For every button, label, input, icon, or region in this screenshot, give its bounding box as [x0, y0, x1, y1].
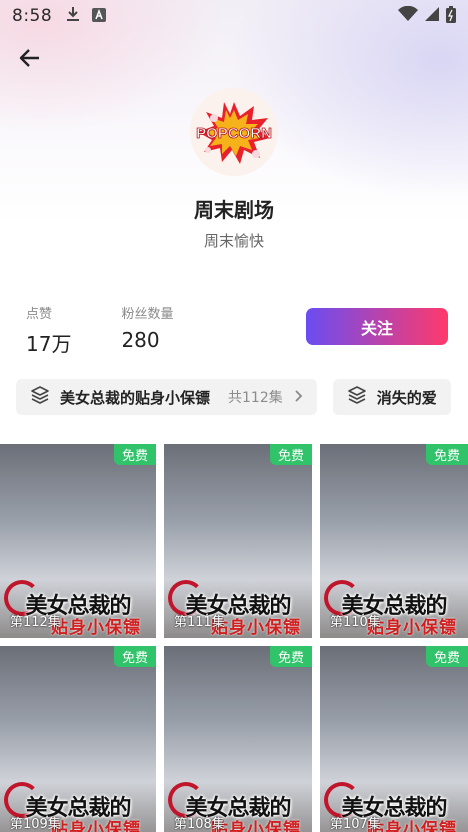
- collection-chip[interactable]: 美女总裁的贴身小保镖 共112集: [16, 379, 317, 415]
- collection-title: 美女总裁的贴身小保镖: [60, 388, 211, 407]
- stat-likes: 点赞 17万: [26, 303, 71, 357]
- avatar-logo-text: POPCORN: [196, 125, 272, 142]
- episode-label: 第112集: [10, 615, 61, 630]
- collection-chip[interactable]: 消失的爱: [332, 379, 451, 415]
- follow-button[interactable]: 关注: [306, 308, 448, 345]
- popcorn-logo: POPCORN: [190, 88, 278, 176]
- status-bar: 8:58: [0, 0, 468, 32]
- episode-card[interactable]: 免费 美女总裁的 贴身小保镖 第108集: [164, 646, 312, 832]
- stat-label: 粉丝数量: [121, 307, 174, 322]
- episode-card[interactable]: 免费 美女总裁的 贴身小保镖 第112集: [0, 444, 156, 638]
- signal-icon: [424, 6, 440, 26]
- channel-name: 周末剧场: [194, 198, 274, 222]
- download-icon: [66, 6, 80, 26]
- episode-label: 第109集: [10, 817, 61, 832]
- status-time: 8:58: [12, 6, 53, 26]
- free-badge: 免费: [113, 646, 156, 667]
- layers-icon: [30, 385, 50, 409]
- episode-card[interactable]: 免费 美女总裁的 贴身小保镖 第111集: [164, 444, 312, 638]
- episode-card[interactable]: 免费 美女总裁的 贴身小保镖 第110集: [320, 444, 468, 638]
- wifi-icon: [398, 5, 418, 26]
- stat-followers: 粉丝数量 280: [121, 303, 173, 357]
- channel-subtitle: 周末愉快: [203, 232, 264, 250]
- stats-row: 点赞 17万 粉丝数量 280: [26, 303, 173, 357]
- free-badge: 免费: [269, 646, 312, 667]
- layers-icon: [347, 385, 367, 409]
- episode-card[interactable]: 免费 美女总裁的 贴身小保镖 第109集: [0, 646, 156, 832]
- channel-avatar[interactable]: POPCORN: [190, 88, 278, 176]
- collection-list: 美女总裁的贴身小保镖 共112集 消失的爱: [16, 379, 451, 415]
- arrow-left-icon: [19, 47, 41, 73]
- stat-value: 280: [121, 328, 160, 352]
- episode-label: 第107集: [330, 817, 381, 832]
- stat-value: 17万: [26, 332, 72, 356]
- collection-title: 消失的爱: [376, 388, 437, 407]
- chevron-right-icon: [293, 388, 303, 407]
- stat-label: 点赞: [26, 307, 53, 322]
- free-badge: 免费: [269, 444, 312, 465]
- free-badge: 免费: [425, 646, 468, 667]
- episode-label: 第110集: [330, 615, 381, 630]
- episode-label: 第108集: [174, 817, 225, 832]
- back-button[interactable]: [14, 44, 46, 76]
- episode-label: 第111集: [174, 615, 225, 630]
- episode-grid: 免费 美女总裁的 贴身小保镖 第112集 免费 美女总裁的 贴身小保镖 第111…: [0, 444, 468, 832]
- text-app-icon: [92, 7, 107, 26]
- collection-count: 共112集: [228, 390, 283, 406]
- free-badge: 免费: [113, 444, 156, 465]
- battery-icon: [446, 5, 456, 27]
- episode-card[interactable]: 免费 美女总裁的 贴身小保镖 第107集: [320, 646, 468, 832]
- free-badge: 免费: [425, 444, 468, 465]
